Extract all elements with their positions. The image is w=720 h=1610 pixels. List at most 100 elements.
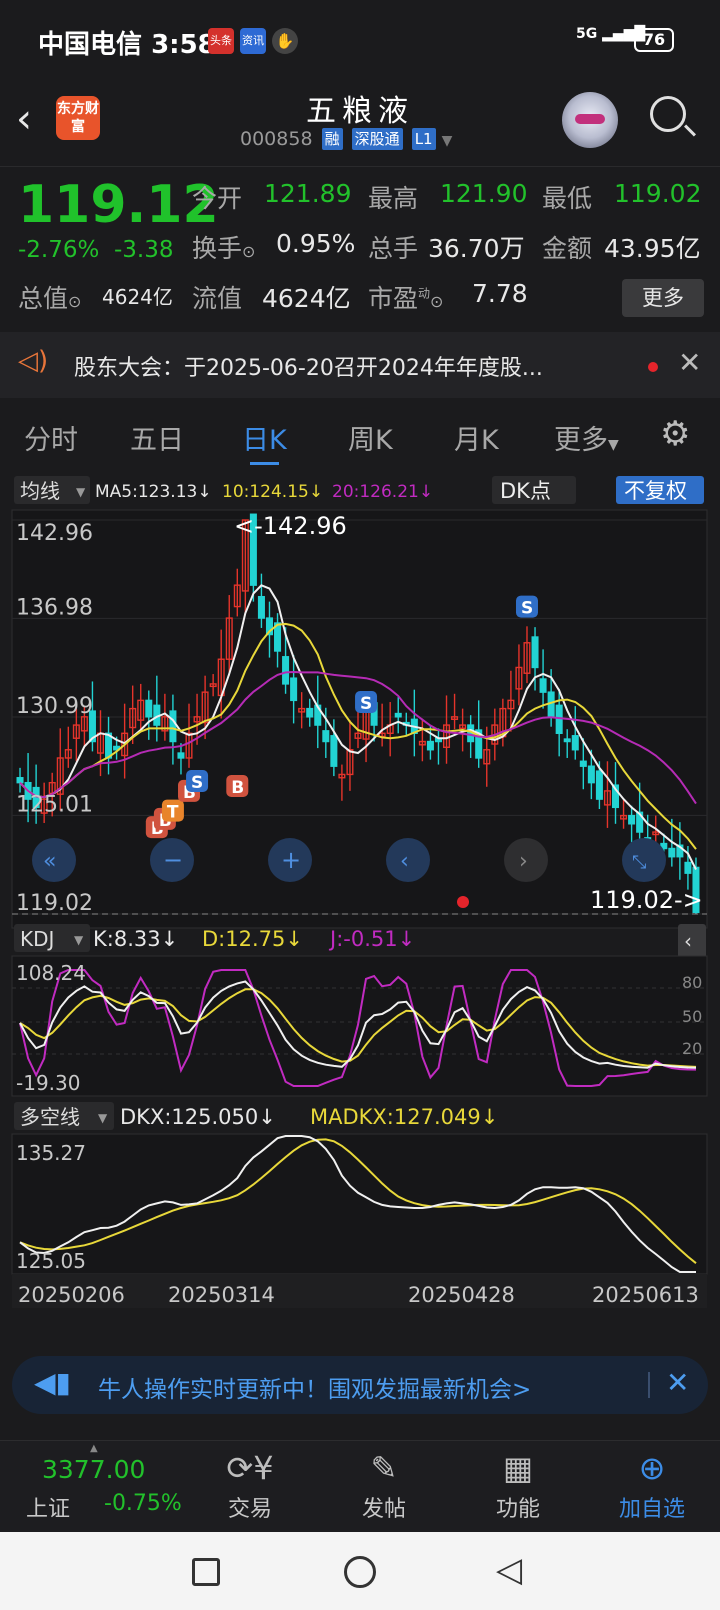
nav-add-watchlist[interactable]: ⊕ 加自选: [602, 1449, 702, 1523]
kdj-j-value: J:-0.51↓: [328, 927, 415, 951]
candle-body: [145, 699, 153, 718]
kdj-bottom-tick: -19.30: [16, 1071, 80, 1095]
open-label: 今开: [192, 184, 243, 213]
tag-connect: 深股通: [351, 128, 403, 150]
banner-divider: [648, 1372, 650, 1398]
plus-icon: +: [281, 846, 301, 874]
y-tick-label: 136.98: [16, 595, 93, 620]
high-value: 121.90: [440, 179, 528, 208]
kdj-plot-frame: [11, 955, 708, 1097]
back-triangle-icon[interactable]: ◁: [496, 1550, 522, 1590]
signal-letter: S: [360, 694, 372, 714]
madkx-value: MADKX:127.049↓: [310, 1105, 498, 1129]
collapse-panel-button[interactable]: [678, 924, 706, 958]
candle-body: [555, 704, 563, 734]
low-value: 119.02: [614, 179, 702, 208]
volume-value: 36.70万: [428, 234, 525, 263]
candle-body: [257, 595, 265, 619]
low-marker: 119.02->: [590, 886, 703, 914]
chevron-left-small-icon: ‹: [684, 929, 692, 953]
ma-dropdown-label: 均线: [20, 479, 60, 503]
signal-letter: T: [167, 803, 179, 823]
app-badge-news: 资讯: [240, 28, 266, 54]
stock-code-row[interactable]: 000858 融 深股通 L1 ▼: [240, 128, 452, 150]
quote-panel: 119.12 -2.76% -3.38 今开 121.89 最高 121.90 …: [0, 166, 720, 328]
chevron-down-icon: ▼: [441, 133, 453, 149]
tab-daily-k[interactable]: 日K: [242, 418, 287, 465]
tag-margin: 融: [321, 128, 343, 150]
dk-point-label: DK点: [500, 479, 551, 503]
volume-label: 总手: [368, 234, 419, 263]
y-tick-label: 142.96: [16, 521, 93, 546]
open-value: 121.89: [264, 179, 352, 208]
candle-body: [426, 740, 434, 751]
current-price: 119.12: [18, 175, 219, 235]
trade-yen-icon: ⟳¥: [226, 1449, 274, 1487]
nav-trade[interactable]: ⟳¥ 交易: [200, 1449, 300, 1523]
kline-svg[interactable]: 均线 ▼ MA5:123.13↓ 10:124.15↓ 20:126.21↓ D…: [0, 470, 720, 1350]
candle-body: [563, 738, 571, 743]
robot-assistant-icon[interactable]: [562, 92, 618, 148]
kline-chart-area[interactable]: 均线 ▼ MA5:123.13↓ 10:124.15↓ 20:126.21↓ D…: [0, 470, 720, 1350]
market-cap-value: 4624亿: [102, 285, 173, 309]
candle-body: [628, 814, 636, 825]
ma10-value: 10:124.15↓: [222, 482, 323, 502]
status-bar: 中国电信 3:58 头条 资讯 ✋ 5G ▂▄▆█ 76: [0, 0, 720, 80]
float-cap-label: 流值: [192, 284, 243, 313]
kdj-chevron-icon: ▼: [74, 933, 84, 947]
dkx-plot-frame: [11, 1133, 708, 1275]
float-cap-value: 4624亿: [262, 284, 351, 313]
candle-body: [290, 677, 298, 702]
promo-banner[interactable]: ◀▮ 牛人操作实时更新中！围观发掘最新机会> ✕: [12, 1356, 708, 1414]
kdj-d-value: D:12.75↓: [202, 927, 303, 951]
index-name: 上证: [26, 1497, 71, 1522]
index-value: 3377.00: [42, 1455, 146, 1484]
index-ticker[interactable]: ▲ 3377.00 上证 -0.75%: [18, 1443, 188, 1527]
tab-monthly-k[interactable]: 月K: [454, 418, 499, 457]
notice-bar[interactable]: ◁) 股东大会：于2025-06-20召开2024年年度股... ✕: [0, 332, 720, 398]
home-circle-icon[interactable]: [344, 1556, 376, 1588]
close-icon[interactable]: ✕: [678, 346, 701, 379]
tab-more[interactable]: 更多▼: [554, 418, 619, 457]
search-icon[interactable]: [650, 96, 686, 132]
tab-weekly-k[interactable]: 周K: [348, 418, 393, 457]
kdj-level-50: 50: [682, 1007, 702, 1026]
kdj-k-value: K:8.33↓: [93, 927, 178, 951]
candle-body: [177, 752, 185, 759]
turnover-label[interactable]: 换手⊙: [192, 229, 255, 265]
tab-intraday[interactable]: 分时: [24, 418, 78, 457]
ma-chevron-icon: ▼: [76, 485, 86, 499]
candle-body: [322, 730, 330, 743]
change-value: -3.38: [114, 237, 174, 263]
pe-value: 7.78: [472, 279, 528, 308]
index-change: -0.75%: [104, 1491, 182, 1516]
candle-body: [169, 710, 177, 743]
candle-body: [668, 847, 676, 858]
nav-functions[interactable]: ▦ 功能: [468, 1449, 568, 1523]
megaphone-icon: ◀▮: [34, 1366, 71, 1399]
system-nav-bar: ◁: [0, 1532, 720, 1610]
settings-gear-icon[interactable]: ⚙: [660, 414, 690, 454]
nav-post[interactable]: ✎ 发帖: [334, 1449, 434, 1523]
signal-letter: S: [191, 773, 203, 793]
more-button[interactable]: 更多: [622, 279, 704, 317]
bottom-nav: ▲ 3377.00 上证 -0.75% ⟳¥ 交易 ✎ 发帖 ▦ 功能 ⊕ 加自选: [0, 1440, 720, 1532]
dkx-value: DKX:125.050↓: [120, 1105, 276, 1129]
battery-indicator: 76: [634, 28, 674, 52]
date-tick-1: 20250206: [18, 1283, 125, 1307]
market-cap-label[interactable]: 总值⊙: [18, 279, 81, 315]
ma20-value: 20:126.21↓: [332, 482, 433, 502]
y-tick-label: 130.99: [16, 694, 93, 719]
change-pct: -2.76%: [18, 237, 100, 263]
close-icon[interactable]: ✕: [666, 1366, 689, 1399]
recents-square-icon[interactable]: [192, 1558, 220, 1586]
chart-tabs: 分时 五日 日K 周K 月K 更多▼ ⚙: [0, 400, 720, 470]
ma5-value: MA5:123.13↓: [95, 482, 212, 502]
pe-label[interactable]: 市盈动⊙: [368, 279, 443, 315]
tab-five-day[interactable]: 五日: [130, 418, 184, 457]
candle-body: [587, 765, 595, 784]
notice-text: 股东大会：于2025-06-20召开2024年年度股...: [74, 356, 543, 381]
amount-value: 43.95亿: [604, 234, 701, 263]
high-marker: <-142.96: [234, 512, 347, 540]
date-tick-3: 20250428: [408, 1283, 515, 1307]
